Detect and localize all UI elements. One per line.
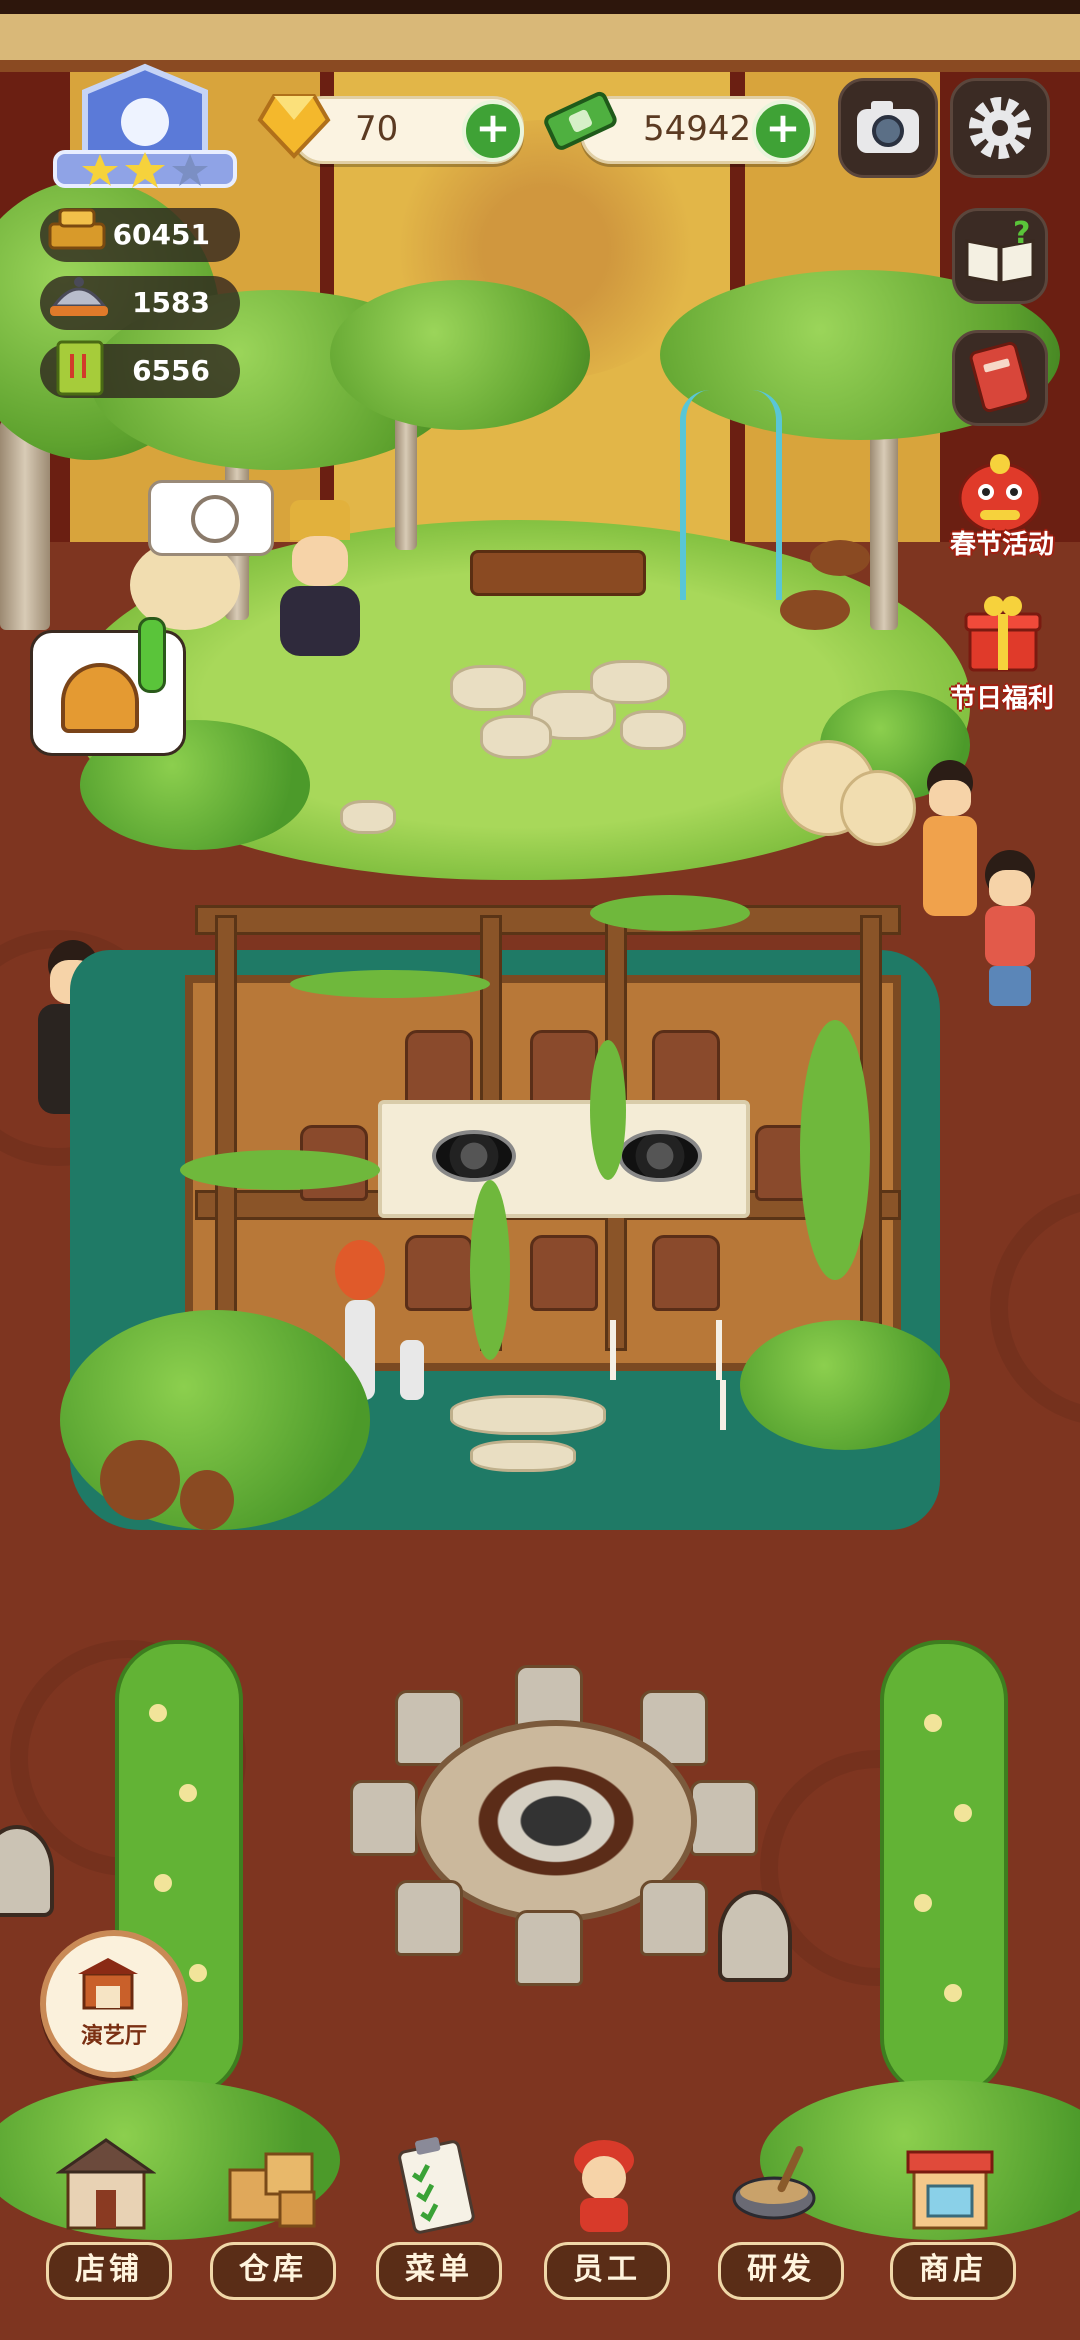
nav-menu[interactable]: 菜单 xyxy=(366,2130,506,2300)
gold-ingot-icon xyxy=(42,200,112,264)
nav-research-label: 研发 xyxy=(718,2242,844,2300)
cash-icon xyxy=(540,80,620,160)
nav-shop-building-label: 店铺 xyxy=(46,2242,172,2300)
dining-chair[interactable] xyxy=(652,1030,720,1106)
dining-chair[interactable] xyxy=(405,1030,473,1106)
red-book-icon xyxy=(969,341,1030,413)
gift-box-icon xyxy=(964,596,1042,672)
clay-pot xyxy=(100,1440,180,1520)
pergola-beam xyxy=(195,905,901,935)
wooden-chair[interactable] xyxy=(640,1880,708,1956)
restaurant-level-badge[interactable] xyxy=(45,62,245,192)
opera-character-customer[interactable] xyxy=(270,500,370,670)
hanging-vine xyxy=(180,1150,380,1190)
nav-staff-label: 员工 xyxy=(544,2242,670,2300)
stool[interactable] xyxy=(718,1890,792,1982)
garden-bush xyxy=(740,1320,950,1450)
help-book-icon: ? xyxy=(965,216,1035,285)
stepping-stone xyxy=(470,1440,576,1472)
flower-vase xyxy=(400,1340,424,1400)
cash-value: 54942 xyxy=(643,109,752,149)
nav-warehouse[interactable]: 仓库 xyxy=(200,2130,340,2300)
flower-hedge xyxy=(880,1640,1008,2098)
wooden-chair[interactable] xyxy=(515,1910,583,1986)
clay-pot xyxy=(180,1470,234,1530)
nav-shop-building[interactable]: 店铺 xyxy=(36,2130,176,2300)
dining-chair[interactable] xyxy=(405,1235,473,1311)
wooden-bench[interactable] xyxy=(470,550,646,596)
nav-menu-label: 菜单 xyxy=(376,2242,502,2300)
hanging-vine xyxy=(590,895,750,931)
theater-hall-button[interactable]: 演艺厅 xyxy=(40,1930,188,2078)
dining-chair[interactable] xyxy=(652,1235,720,1311)
white-fence xyxy=(610,1320,722,1380)
recipe-book-button[interactable] xyxy=(952,330,1048,426)
red-flowers xyxy=(335,1240,385,1300)
gold-value: 60451 xyxy=(112,218,210,251)
stepping-stone xyxy=(480,715,552,759)
spring-festival-label[interactable]: 春节活动 xyxy=(942,524,1062,561)
wok-icon xyxy=(732,2146,816,2220)
menu-book-icon xyxy=(50,336,110,400)
staff-chef-icon xyxy=(574,2140,634,2232)
dining-chair[interactable] xyxy=(530,1235,598,1311)
help-guide-button[interactable]: ? xyxy=(952,208,1048,304)
shell-decoration xyxy=(840,770,916,846)
lion-dance-icon xyxy=(958,454,1042,534)
nav-store-label: 商店 xyxy=(890,2242,1016,2300)
recipe-value: 6556 xyxy=(132,354,210,387)
wooden-chair[interactable] xyxy=(690,1780,758,1856)
pergola-post xyxy=(215,915,237,1351)
hotpot-burner xyxy=(618,1130,702,1182)
clipboard-checklist-icon xyxy=(398,2137,475,2234)
nav-staff[interactable]: 员工 xyxy=(534,2130,674,2300)
nav-warehouse-label: 仓库 xyxy=(210,2242,336,2300)
hanging-vine xyxy=(590,1040,626,1180)
holiday-welfare-label[interactable]: 节日福利 xyxy=(942,678,1062,715)
camera-button[interactable] xyxy=(838,78,938,178)
hotpot-burner xyxy=(432,1130,516,1182)
stepping-stone xyxy=(450,1395,606,1435)
gear-icon xyxy=(969,97,1031,159)
stump-seat[interactable] xyxy=(810,540,870,576)
svg-text:?: ? xyxy=(1013,216,1030,251)
dish-thought-icon xyxy=(191,495,239,543)
theater-hall-label: 演艺厅 xyxy=(80,2024,147,2049)
stepping-stone xyxy=(590,660,670,704)
wooden-chair[interactable] xyxy=(350,1780,418,1856)
customer-woman[interactable] xyxy=(975,850,1045,1010)
camera-icon xyxy=(857,101,919,153)
spring-festival-button[interactable] xyxy=(950,448,1050,536)
dish-value: 1583 xyxy=(132,286,210,319)
hanging-vine xyxy=(290,970,490,998)
warehouse-boxes-icon xyxy=(228,2152,316,2228)
stump-seat[interactable] xyxy=(780,590,850,630)
shop-building-icon xyxy=(56,2138,156,2230)
holiday-welfare-button[interactable] xyxy=(958,588,1048,676)
floor-pattern xyxy=(990,1190,1080,1426)
hanging-vine xyxy=(800,1020,870,1280)
store-icon xyxy=(906,2150,994,2230)
serving-dish-icon xyxy=(44,268,114,332)
gem-value: 70 xyxy=(355,109,399,149)
stepping-stone xyxy=(620,710,686,750)
stepping-stone xyxy=(450,665,526,711)
service-bell-bubble[interactable] xyxy=(30,617,186,756)
stepping-stone xyxy=(340,800,396,834)
add-gems-button[interactable]: + xyxy=(462,100,524,162)
tree-canopy[interactable] xyxy=(330,280,590,430)
gem-icon xyxy=(256,86,332,162)
settings-button[interactable] xyxy=(950,78,1050,178)
nav-research[interactable]: 研发 xyxy=(708,2130,848,2300)
wooden-chair[interactable] xyxy=(395,1880,463,1956)
add-cash-button[interactable]: + xyxy=(752,100,814,162)
dining-chair[interactable] xyxy=(530,1030,598,1106)
exclamation-icon xyxy=(138,617,166,693)
nav-store[interactable]: 商店 xyxy=(880,2130,1020,2300)
hanging-vine xyxy=(470,1180,510,1360)
blue-reeds xyxy=(680,390,782,600)
tree-trunk xyxy=(0,420,50,630)
bell-icon xyxy=(61,663,139,733)
customer-thought-bubble[interactable] xyxy=(148,480,274,556)
